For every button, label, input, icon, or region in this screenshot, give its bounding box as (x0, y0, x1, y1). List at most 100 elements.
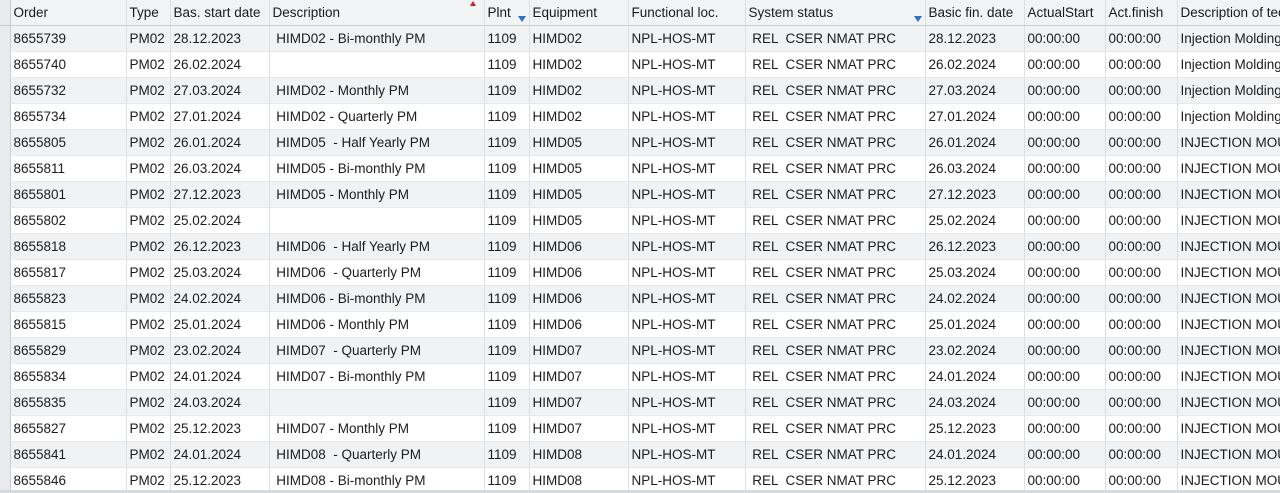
cell-actual-start[interactable]: 00:00:00 (1024, 155, 1106, 182)
cell-actual-start[interactable]: 00:00:00 (1024, 311, 1106, 338)
cell-functional-loc[interactable]: NPL-HOS-MT (628, 285, 746, 312)
cell-type[interactable]: PM02 (126, 207, 171, 234)
cell-description[interactable]: HIMD02 - Monthly PM (269, 77, 485, 104)
column-header-plnt[interactable]: Plnt (484, 0, 530, 26)
column-header-bas-start-date[interactable]: Bas. start date (170, 0, 270, 26)
cell-functional-loc[interactable]: NPL-HOS-MT (628, 337, 746, 364)
cell-order[interactable]: 8655829 (10, 337, 127, 364)
cell-bas-start-date[interactable]: 24.01.2024 (170, 441, 270, 468)
cell-act-finish[interactable]: 00:00:00 (1105, 363, 1178, 390)
cell-plnt[interactable]: 1109 (484, 77, 530, 104)
cell-order[interactable]: 8655805 (10, 129, 127, 156)
cell-act-finish[interactable]: 00:00:00 (1105, 51, 1178, 78)
cell-description-of-technical-object[interactable]: INJECTION MOULDING (1177, 415, 1280, 442)
cell-functional-loc[interactable]: NPL-HOS-MT (628, 233, 746, 260)
cell-functional-loc[interactable]: NPL-HOS-MT (628, 311, 746, 338)
column-header-description-of-technical-object[interactable]: Description of technical object (1177, 0, 1280, 26)
cell-plnt[interactable]: 1109 (484, 389, 530, 416)
cell-description-of-technical-object[interactable]: INJECTION MOULDING (1177, 207, 1280, 234)
cell-description-of-technical-object[interactable]: INJECTION MOULDING (1177, 129, 1280, 156)
cell-equipment[interactable]: HIMD02 (529, 51, 629, 78)
cell-equipment[interactable]: HIMD06 (529, 259, 629, 286)
cell-description-of-technical-object[interactable]: Injection Molding (1177, 103, 1280, 130)
cell-plnt[interactable]: 1109 (484, 181, 530, 208)
cell-description[interactable]: HIMD05 - Half Yearly PM (269, 129, 485, 156)
cell-description[interactable] (269, 389, 485, 416)
cell-basic-fin-date[interactable]: 24.02.2024 (925, 285, 1025, 312)
cell-type[interactable]: PM02 (126, 311, 171, 338)
cell-act-finish[interactable]: 00:00:00 (1105, 311, 1178, 338)
cell-bas-start-date[interactable]: 24.01.2024 (170, 363, 270, 390)
table-row[interactable]: 8655801 PM02 27.12.2023 HIMD05 - Monthly P… (0, 181, 1280, 208)
cell-act-finish[interactable]: 00:00:00 (1105, 77, 1178, 104)
cell-basic-fin-date[interactable]: 25.02.2024 (925, 207, 1025, 234)
cell-actual-start[interactable]: 00:00:00 (1024, 441, 1106, 468)
cell-type[interactable]: PM02 (126, 285, 171, 312)
cell-description-of-technical-object[interactable]: INJECTION MOULDING (1177, 155, 1280, 182)
cell-description-of-technical-object[interactable]: Injection Molding (1177, 51, 1280, 78)
cell-actual-start[interactable]: 00:00:00 (1024, 77, 1106, 104)
cell-description-of-technical-object[interactable]: Injection Molding (1177, 25, 1280, 52)
cell-bas-start-date[interactable]: 25.12.2023 (170, 415, 270, 442)
cell-description[interactable]: HIMD07 - Quarterly PM (269, 337, 485, 364)
cell-functional-loc[interactable]: NPL-HOS-MT (628, 415, 746, 442)
row-selector[interactable] (0, 415, 11, 442)
cell-type[interactable]: PM02 (126, 155, 171, 182)
cell-description-of-technical-object[interactable]: INJECTION MOULDING (1177, 389, 1280, 416)
table-row[interactable]: 8655827 PM02 25.12.2023 HIMD07 - Monthly P… (0, 415, 1280, 442)
cell-system-status[interactable]: REL CSER NMAT PRC (745, 207, 926, 234)
cell-basic-fin-date[interactable]: 24.01.2024 (925, 363, 1025, 390)
cell-bas-start-date[interactable]: 25.03.2024 (170, 259, 270, 286)
cell-order[interactable]: 8655734 (10, 103, 127, 130)
cell-basic-fin-date[interactable]: 27.03.2024 (925, 77, 1025, 104)
cell-type[interactable]: PM02 (126, 25, 171, 52)
cell-equipment[interactable]: HIMD07 (529, 389, 629, 416)
cell-basic-fin-date[interactable]: 26.03.2024 (925, 155, 1025, 182)
cell-equipment[interactable]: HIMD06 (529, 311, 629, 338)
cell-description[interactable]: HIMD02 - Bi-monthly PM (269, 25, 485, 52)
cell-description[interactable]: HIMD05 - Bi-monthly PM (269, 155, 485, 182)
cell-actual-start[interactable]: 00:00:00 (1024, 259, 1106, 286)
cell-actual-start[interactable]: 00:00:00 (1024, 207, 1106, 234)
cell-system-status[interactable]: REL CSER NMAT PRC (745, 285, 926, 312)
cell-plnt[interactable]: 1109 (484, 415, 530, 442)
cell-functional-loc[interactable]: NPL-HOS-MT (628, 77, 746, 104)
cell-act-finish[interactable]: 00:00:00 (1105, 415, 1178, 442)
row-selector[interactable] (0, 311, 11, 338)
cell-bas-start-date[interactable]: 26.12.2023 (170, 233, 270, 260)
cell-actual-start[interactable]: 00:00:00 (1024, 51, 1106, 78)
cell-order[interactable]: 8655841 (10, 441, 127, 468)
cell-order[interactable]: 8655739 (10, 25, 127, 52)
column-header-actual-start[interactable]: ActualStart (1024, 0, 1106, 26)
cell-bas-start-date[interactable]: 27.01.2024 (170, 103, 270, 130)
column-header-system-status[interactable]: System status (745, 0, 926, 26)
cell-plnt[interactable]: 1109 (484, 233, 530, 260)
cell-system-status[interactable]: REL CSER NMAT PRC (745, 77, 926, 104)
cell-functional-loc[interactable]: NPL-HOS-MT (628, 389, 746, 416)
cell-bas-start-date[interactable]: 26.02.2024 (170, 51, 270, 78)
cell-basic-fin-date[interactable]: 26.12.2023 (925, 233, 1025, 260)
cell-type[interactable]: PM02 (126, 103, 171, 130)
cell-description[interactable]: HIMD07 - Monthly PM (269, 415, 485, 442)
cell-act-finish[interactable]: 00:00:00 (1105, 129, 1178, 156)
cell-equipment[interactable]: HIMD06 (529, 285, 629, 312)
cell-system-status[interactable]: REL CSER NMAT PRC (745, 441, 926, 468)
table-row[interactable]: 8655835 PM02 24.03.2024 1109 HIMD07 NPL-HOS-M… (0, 389, 1280, 416)
cell-functional-loc[interactable]: NPL-HOS-MT (628, 441, 746, 468)
cell-act-finish[interactable]: 00:00:00 (1105, 441, 1178, 468)
table-row[interactable]: 8655811 PM02 26.03.2024 HIMD05 - Bi-monthl… (0, 155, 1280, 182)
cell-basic-fin-date[interactable]: 23.02.2024 (925, 337, 1025, 364)
cell-functional-loc[interactable]: NPL-HOS-MT (628, 155, 746, 182)
cell-plnt[interactable]: 1109 (484, 103, 530, 130)
cell-description-of-technical-object[interactable]: INJECTION MOULDING (1177, 337, 1280, 364)
cell-bas-start-date[interactable]: 24.03.2024 (170, 389, 270, 416)
row-selector[interactable] (0, 103, 11, 130)
table-row[interactable]: 8655834 PM02 24.01.2024 HIMD07 - Bi-monthl… (0, 363, 1280, 390)
cell-functional-loc[interactable]: NPL-HOS-MT (628, 129, 746, 156)
cell-equipment[interactable]: HIMD07 (529, 337, 629, 364)
cell-actual-start[interactable]: 00:00:00 (1024, 415, 1106, 442)
cell-act-finish[interactable]: 00:00:00 (1105, 207, 1178, 234)
cell-actual-start[interactable]: 00:00:00 (1024, 285, 1106, 312)
cell-system-status[interactable]: REL CSER NMAT PRC (745, 389, 926, 416)
cell-bas-start-date[interactable]: 27.12.2023 (170, 181, 270, 208)
